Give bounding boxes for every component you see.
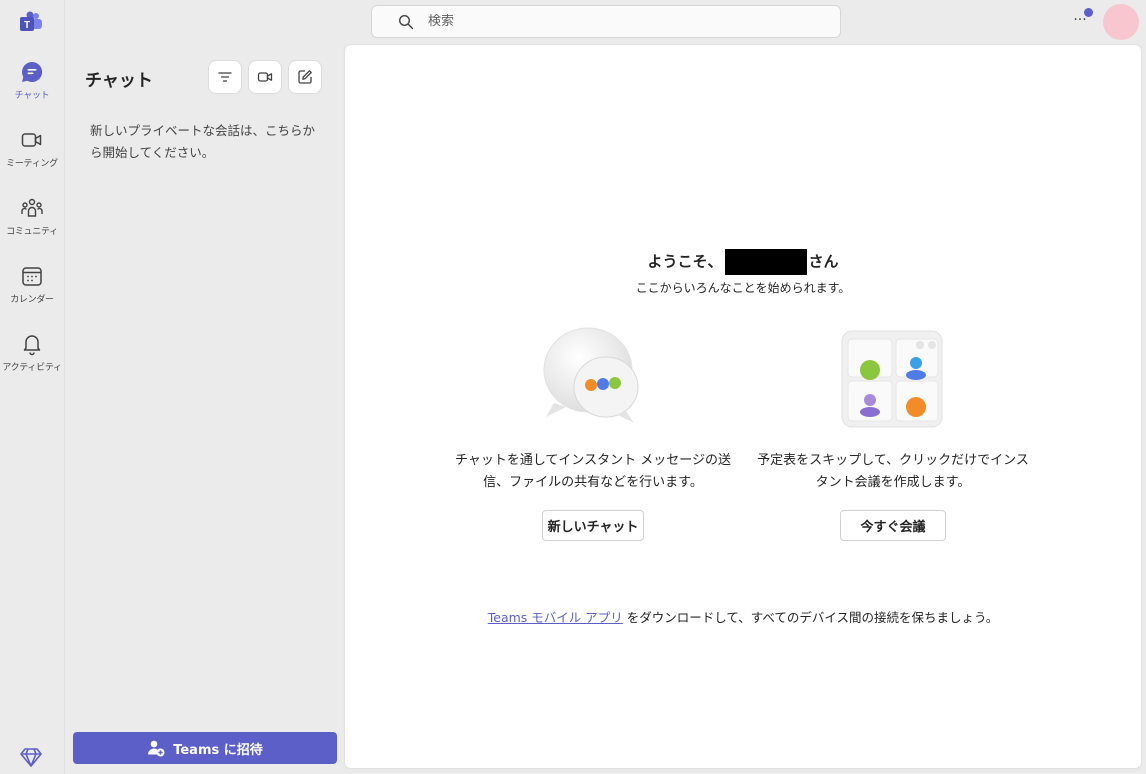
mobile-app-promo: Teams モバイル アプリ をダウンロードして、すべてのデバイス間の接続を保ち… [345, 607, 1141, 626]
video-camera-icon [21, 133, 42, 147]
community-icon [21, 198, 43, 217]
bell-icon [23, 335, 41, 356]
welcome-heading: ようこそ、 さん [345, 249, 1141, 275]
rail-item-community[interactable]: コミュニティ [0, 194, 64, 254]
compose-icon [298, 70, 312, 84]
invite-to-teams-button[interactable]: Teams に招待 [73, 732, 337, 764]
redacted-user-name [724, 249, 807, 275]
welcome-prefix: ようこそ、 [647, 252, 723, 271]
search-input[interactable] [428, 14, 788, 29]
chat-bubbles-illustration [543, 327, 639, 423]
chat-icon [22, 61, 43, 82]
filter-icon [218, 72, 232, 82]
left-rail: T チャット ミーティング コミュニティ カレンダー アクティビティ [0, 0, 65, 774]
meet-now-button[interactable] [248, 60, 282, 94]
notification-badge [1084, 8, 1093, 17]
search-bar[interactable] [371, 5, 841, 38]
chat-list-pane: チャット 新しいプライベートな会話は、こちらから開始してください。 Teams … [65, 44, 345, 774]
chat-card-description: チャットを通してインスタント メッセージの送信、ファイルの共有などを行います。 [454, 453, 732, 490]
rail-item-activity[interactable]: アクティビティ [0, 330, 64, 390]
teams-logo-icon: T [20, 11, 42, 31]
rail-item-calendar[interactable]: カレンダー [0, 262, 64, 322]
new-chat-action-button[interactable]: 新しいチャット [542, 510, 644, 541]
main-content: ようこそ、さん ここからいろんなことを始められます。 チャットを通してインスタ [345, 45, 1141, 768]
svg-text:T: T [24, 20, 30, 31]
rail-item-chat[interactable]: チャット [0, 58, 64, 118]
add-person-icon [148, 740, 165, 757]
welcome-suffix: さん [808, 252, 839, 271]
video-camera-icon [257, 72, 273, 82]
chat-pane-title: チャット [85, 71, 153, 91]
new-chat-button[interactable] [288, 60, 322, 94]
meeting-grid-illustration [841, 330, 943, 428]
rail-item-label: チャット [14, 91, 50, 101]
empty-chat-message: 新しいプライベートな会話は、こちらから開始してください。 [90, 123, 316, 160]
mobile-app-link[interactable]: Teams モバイル アプリ [488, 610, 623, 625]
rail-item-label: ミーティング [6, 159, 58, 169]
meet-card-description: 予定表をスキップして、クリックだけでインスタント会議を作成します。 [757, 453, 1029, 490]
invite-button-label: Teams に招待 [173, 742, 263, 758]
rail-item-label: アクティビティ [2, 363, 62, 373]
meet-now-action-button[interactable]: 今すぐ会議 [840, 510, 946, 541]
mobile-app-promo-text: をダウンロードして、すべてのデバイス間の接続を保ちましょう。 [622, 610, 999, 625]
search-icon [398, 14, 414, 29]
filter-button[interactable] [208, 60, 242, 94]
rail-item-label: カレンダー [10, 295, 54, 305]
diamond-icon[interactable] [19, 746, 43, 768]
avatar[interactable] [1103, 4, 1139, 40]
rail-item-label: コミュニティ [6, 227, 58, 237]
calendar-icon [22, 267, 42, 286]
welcome-subtitle: ここからいろんなことを始められます。 [635, 281, 851, 295]
rail-item-meetings[interactable]: ミーティング [0, 126, 64, 186]
